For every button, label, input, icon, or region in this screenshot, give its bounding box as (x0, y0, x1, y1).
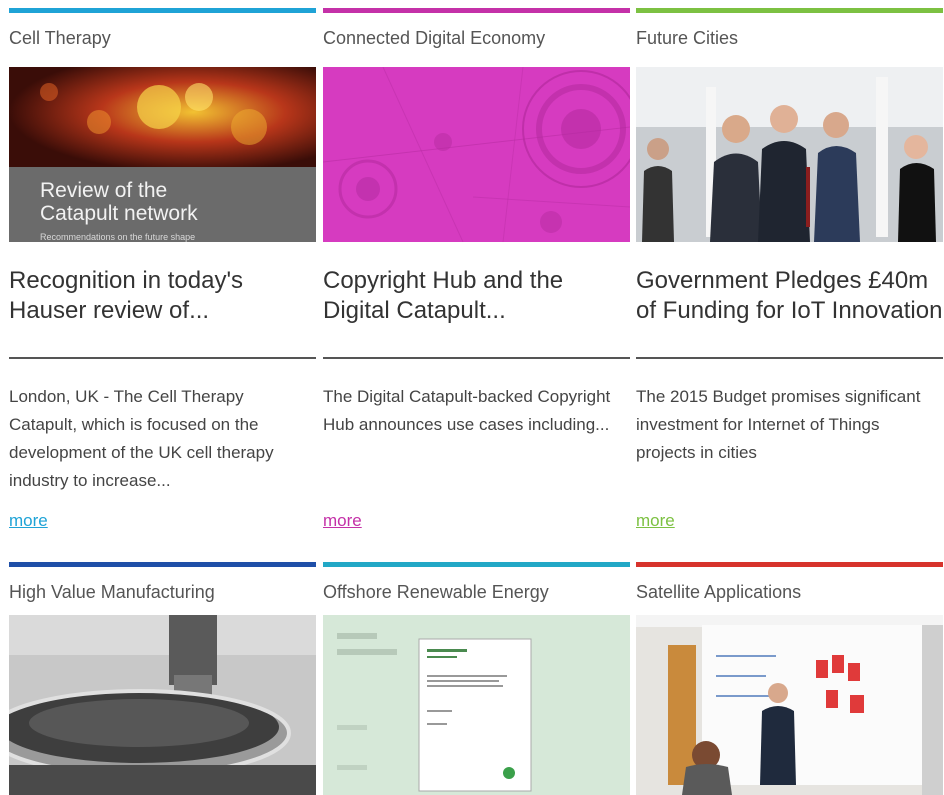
accent-bar (323, 562, 630, 567)
report-cover-graphic (323, 615, 630, 795)
article-summary: The 2015 Budget promises significant inv… (636, 387, 921, 462)
accent-bar (9, 562, 316, 567)
divider (9, 357, 316, 359)
article-headline[interactable]: Copyright Hub and the Digital Catapult..… (323, 266, 630, 326)
news-card-satellite-applications: Satellite Applications (636, 562, 943, 795)
machining-photo-graphic (9, 615, 316, 795)
article-headline[interactable]: Recognition in today's Hauser review of.… (9, 266, 316, 326)
article-image[interactable]: Review of the Catapult network Recommend… (9, 67, 316, 242)
category-label: High Value Manufacturing (9, 582, 215, 602)
more-link[interactable]: more (323, 511, 362, 531)
category-label: Future Cities (636, 28, 739, 48)
more-link[interactable]: more (636, 511, 675, 531)
accent-bar (323, 8, 630, 13)
article-summary: The Digital Catapult-backed Copyright Hu… (323, 387, 611, 434)
article-image[interactable] (636, 67, 943, 242)
category-label: Satellite Applications (636, 582, 802, 602)
more-link[interactable]: more (9, 511, 48, 531)
category-label: Offshore Renewable Energy (323, 582, 549, 602)
news-card-connected-digital-economy: Connected Digital Economy Copyright Hub … (323, 8, 630, 531)
news-card-high-value-manufacturing: High Value Manufacturing (9, 562, 316, 795)
category-label: Connected Digital Economy (323, 28, 546, 48)
image-overlay-subtitle: Recommendations on the future shape (40, 232, 196, 242)
people-photo-graphic (636, 67, 943, 242)
article-headline[interactable]: Government Pledges £40m of Funding for I… (636, 266, 943, 326)
divider (636, 357, 943, 359)
category-label: Cell Therapy (9, 28, 111, 48)
accent-bar (9, 8, 316, 13)
news-card-future-cities: Future Cities Government Pledges £40m of… (636, 8, 943, 531)
circuit-pattern-graphic (323, 67, 630, 242)
news-card-offshore-renewable-energy: Offshore Renewable Energy (323, 562, 630, 795)
news-card-cell-therapy: Cell Therapy Review of the Catapult netw… (9, 8, 316, 531)
accent-bar (636, 8, 943, 13)
accent-bar (636, 562, 943, 567)
whiteboard-photo-graphic (636, 615, 943, 795)
divider (323, 357, 630, 359)
article-image[interactable] (323, 67, 630, 242)
image-overlay-title: Review of the Catapult network (40, 179, 198, 225)
article-image[interactable] (636, 615, 943, 795)
article-image[interactable] (9, 615, 316, 795)
article-image[interactable] (323, 615, 630, 795)
article-summary: London, UK - The Cell Therapy Catapult, … (9, 387, 274, 490)
